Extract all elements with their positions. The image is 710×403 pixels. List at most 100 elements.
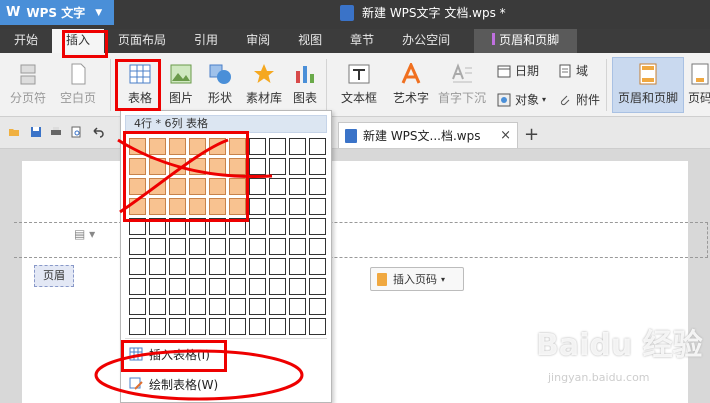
grid-cell[interactable] bbox=[309, 318, 326, 335]
grid-cell[interactable] bbox=[249, 158, 266, 175]
grid-cell[interactable] bbox=[209, 318, 226, 335]
grid-cell[interactable] bbox=[229, 318, 246, 335]
grid-cell[interactable] bbox=[309, 178, 326, 195]
save-icon[interactable] bbox=[30, 126, 42, 138]
tab-home[interactable]: 开始 bbox=[0, 29, 52, 53]
grid-cell[interactable] bbox=[269, 258, 286, 275]
grid-cell[interactable] bbox=[229, 278, 246, 295]
app-menu-button[interactable]: W WPS 文字 ▼ bbox=[0, 0, 114, 25]
grid-cell[interactable] bbox=[249, 238, 266, 255]
tab-section[interactable]: 章节 bbox=[336, 29, 388, 53]
grid-cell[interactable] bbox=[229, 238, 246, 255]
tab-review[interactable]: 审阅 bbox=[232, 29, 284, 53]
grid-cell[interactable] bbox=[289, 158, 306, 175]
grid-cell[interactable] bbox=[169, 238, 186, 255]
field-button[interactable]: 域 bbox=[558, 62, 588, 79]
grid-cell[interactable] bbox=[269, 218, 286, 235]
grid-cell[interactable] bbox=[189, 298, 206, 315]
close-icon[interactable]: × bbox=[500, 128, 511, 143]
grid-cell[interactable] bbox=[269, 158, 286, 175]
grid-cell[interactable] bbox=[269, 278, 286, 295]
undo-icon[interactable] bbox=[92, 126, 104, 138]
grid-cell[interactable] bbox=[249, 258, 266, 275]
grid-cell[interactable] bbox=[249, 198, 266, 215]
grid-cell[interactable] bbox=[189, 318, 206, 335]
grid-cell[interactable] bbox=[309, 138, 326, 155]
grid-cell[interactable] bbox=[309, 278, 326, 295]
tab-references[interactable]: 引用 bbox=[180, 29, 232, 53]
grid-cell[interactable] bbox=[129, 298, 146, 315]
page-number-button[interactable]: 页码 bbox=[686, 63, 710, 106]
grid-cell[interactable] bbox=[249, 298, 266, 315]
grid-cell[interactable] bbox=[289, 178, 306, 195]
wordart-button[interactable]: 艺术字 bbox=[388, 63, 434, 106]
attachment-button[interactable]: 附件 bbox=[558, 91, 600, 108]
textbox-button[interactable]: 文本框 bbox=[334, 63, 384, 106]
date-button[interactable]: 日期 bbox=[497, 62, 539, 79]
grid-cell[interactable] bbox=[149, 318, 166, 335]
tab-office-space[interactable]: 办公空间 bbox=[388, 29, 464, 53]
print-icon[interactable] bbox=[50, 126, 62, 138]
picture-button[interactable]: 图片 bbox=[166, 63, 196, 106]
tab-page-layout[interactable]: 页面布局 bbox=[104, 29, 180, 53]
new-tab-button[interactable]: + bbox=[524, 124, 539, 145]
tab-header-footer[interactable]: 页眉和页脚 bbox=[474, 29, 578, 53]
paragraph-icon[interactable]: ▤ ▾ bbox=[74, 227, 95, 241]
grid-cell[interactable] bbox=[289, 318, 306, 335]
grid-cell[interactable] bbox=[309, 238, 326, 255]
material-library-button[interactable]: 素材库 bbox=[244, 63, 284, 106]
grid-cell[interactable] bbox=[289, 258, 306, 275]
header-region[interactable] bbox=[14, 222, 708, 258]
grid-cell[interactable] bbox=[289, 218, 306, 235]
grid-cell[interactable] bbox=[309, 198, 326, 215]
grid-cell[interactable] bbox=[169, 318, 186, 335]
draw-table-menu-item[interactable]: 绘制表格(W) bbox=[125, 373, 327, 395]
grid-cell[interactable] bbox=[269, 238, 286, 255]
grid-cell[interactable] bbox=[249, 218, 266, 235]
grid-cell[interactable] bbox=[269, 318, 286, 335]
grid-cell[interactable] bbox=[249, 138, 266, 155]
grid-cell[interactable] bbox=[129, 238, 146, 255]
open-folder-icon[interactable] bbox=[8, 126, 20, 138]
grid-cell[interactable] bbox=[289, 278, 306, 295]
grid-cell[interactable] bbox=[249, 318, 266, 335]
grid-cell[interactable] bbox=[169, 298, 186, 315]
grid-cell[interactable] bbox=[189, 258, 206, 275]
drop-cap-button[interactable]: 首字下沉 bbox=[436, 63, 488, 106]
grid-cell[interactable] bbox=[269, 298, 286, 315]
grid-cell[interactable] bbox=[169, 258, 186, 275]
grid-cell[interactable] bbox=[149, 258, 166, 275]
grid-cell[interactable] bbox=[209, 238, 226, 255]
grid-cell[interactable] bbox=[289, 238, 306, 255]
grid-cell[interactable] bbox=[169, 278, 186, 295]
grid-cell[interactable] bbox=[129, 278, 146, 295]
chart-button[interactable]: 图表 bbox=[288, 63, 322, 106]
grid-cell[interactable] bbox=[289, 298, 306, 315]
blank-page-button[interactable]: 空白页 bbox=[56, 63, 100, 106]
grid-cell[interactable] bbox=[209, 298, 226, 315]
print-preview-icon[interactable] bbox=[70, 126, 82, 138]
insert-page-number-button[interactable]: 插入页码 ▾ bbox=[370, 267, 464, 291]
grid-cell[interactable] bbox=[269, 198, 286, 215]
grid-cell[interactable] bbox=[289, 138, 306, 155]
grid-cell[interactable] bbox=[229, 258, 246, 275]
shape-button[interactable]: 形状 bbox=[200, 63, 240, 106]
page-break-button[interactable]: 分页符 bbox=[8, 63, 48, 106]
tab-view[interactable]: 视图 bbox=[284, 29, 336, 53]
grid-cell[interactable] bbox=[129, 318, 146, 335]
grid-cell[interactable] bbox=[209, 278, 226, 295]
grid-cell[interactable] bbox=[309, 298, 326, 315]
grid-cell[interactable] bbox=[269, 178, 286, 195]
grid-cell[interactable] bbox=[189, 238, 206, 255]
object-button[interactable]: 对象 ▾ bbox=[497, 91, 546, 108]
grid-cell[interactable] bbox=[289, 198, 306, 215]
grid-cell[interactable] bbox=[309, 218, 326, 235]
grid-cell[interactable] bbox=[309, 158, 326, 175]
document-tab[interactable]: 新建 WPS文...档.wps × bbox=[338, 122, 518, 148]
grid-cell[interactable] bbox=[149, 298, 166, 315]
grid-cell[interactable] bbox=[269, 138, 286, 155]
grid-cell[interactable] bbox=[209, 258, 226, 275]
grid-cell[interactable] bbox=[249, 278, 266, 295]
header-footer-button[interactable]: 页眉和页脚 bbox=[614, 63, 682, 106]
grid-cell[interactable] bbox=[229, 298, 246, 315]
